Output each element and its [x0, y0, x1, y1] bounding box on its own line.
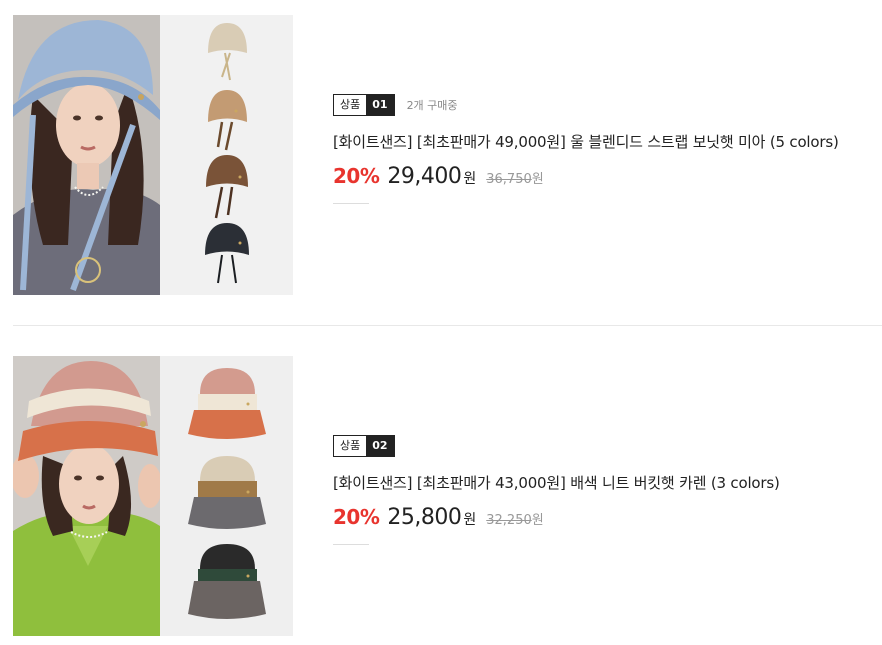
product-badge: 상품 02 — [333, 435, 395, 457]
product-info: 상품 02 [화이트샌즈] [최초판매가 43,000원] 배색 니트 버킷햇 … — [333, 434, 873, 545]
product-divider — [13, 325, 882, 326]
currency-unit: 원 — [463, 171, 477, 187]
model-photo — [13, 356, 160, 636]
color-swatches — [160, 15, 293, 295]
product-thumbnail[interactable] — [13, 15, 293, 295]
product-info: 상품 01 2개 구매중 [화이트샌즈] [최초판매가 49,000원] 울 블… — [333, 93, 873, 204]
badge-number: 01 — [366, 95, 394, 115]
price-row: 20% 29,400 원 36,750원 — [333, 164, 873, 189]
short-divider — [333, 544, 369, 545]
badge-label: 상품 — [334, 95, 367, 115]
badge-number: 02 — [366, 436, 394, 456]
product-thumbnail[interactable] — [13, 356, 293, 636]
short-divider — [333, 203, 369, 204]
product-badge: 상품 01 — [333, 94, 395, 116]
sale-price: 29,400 — [387, 164, 462, 189]
original-price-value: 32,250 — [486, 513, 532, 528]
currency-unit: 원 — [463, 512, 477, 528]
discount-rate: 20% — [333, 505, 380, 529]
price-row: 20% 25,800 원 32,250원 — [333, 505, 873, 530]
original-price: 36,750원 — [486, 168, 543, 187]
discount-rate: 20% — [333, 164, 380, 188]
original-price: 32,250원 — [486, 509, 543, 528]
original-price-value: 36,750 — [486, 172, 532, 187]
product-title[interactable]: [화이트샌즈] [최초판매가 43,000원] 배색 니트 버킷햇 카렌 (3 … — [333, 472, 873, 493]
original-currency: 원 — [531, 172, 544, 187]
sale-price: 25,800 — [387, 505, 462, 530]
product-title[interactable]: [화이트샌즈] [최초판매가 49,000원] 울 블렌디드 스트랩 보닛햇 미… — [333, 131, 873, 152]
product-card[interactable]: 상품 01 2개 구매중 [화이트샌즈] [최초판매가 49,000원] 울 블… — [13, 15, 882, 295]
badge-row: 상품 02 — [333, 434, 873, 458]
color-swatches — [160, 356, 293, 636]
product-card[interactable]: 상품 02 [화이트샌즈] [최초판매가 43,000원] 배색 니트 버킷햇 … — [13, 356, 882, 636]
badge-label: 상품 — [334, 436, 367, 456]
buying-count: 2개 구매중 — [406, 99, 458, 112]
original-currency: 원 — [531, 513, 544, 528]
model-photo — [13, 15, 160, 295]
badge-row: 상품 01 2개 구매중 — [333, 93, 873, 117]
